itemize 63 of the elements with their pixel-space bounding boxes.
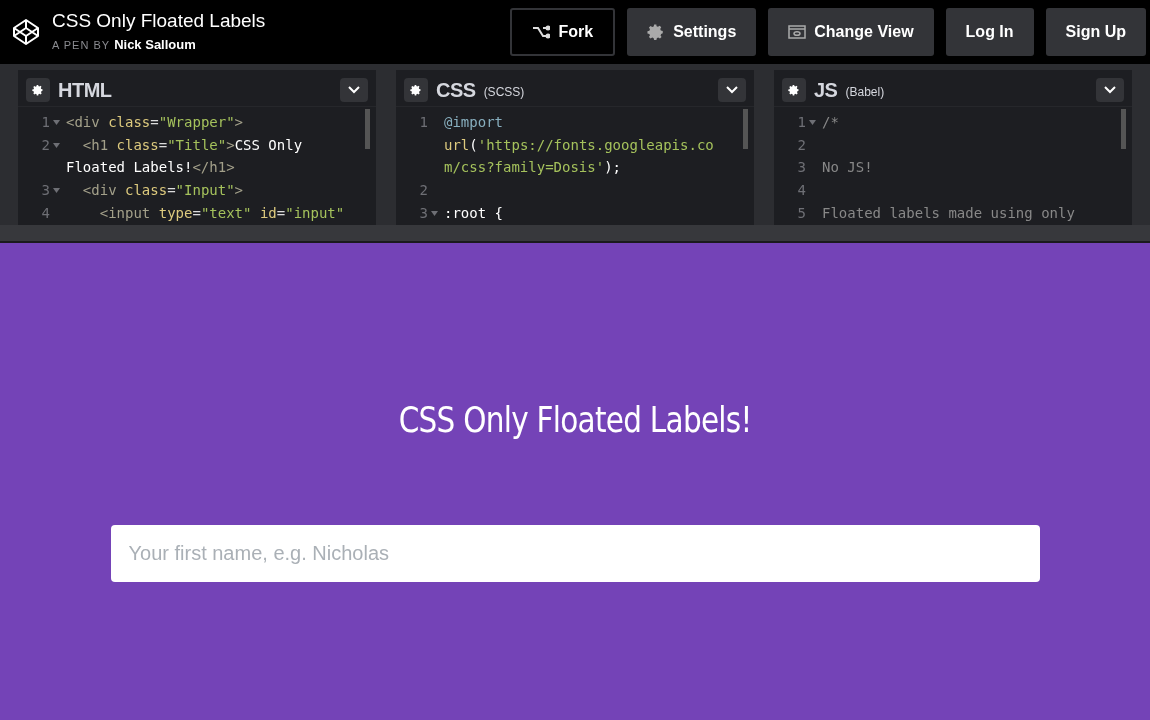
change-view-button[interactable]: Change View [768,8,934,56]
editor-title: JS [814,78,838,103]
line-number: 5 [797,203,806,223]
gear-icon [32,84,44,96]
editor-settings-button[interactable] [782,78,806,102]
line-number: 3 [797,158,806,178]
settings-button[interactable]: Settings [627,8,757,56]
line-number: 1 [41,113,50,132]
editor-settings-button[interactable] [26,78,50,102]
scrollbar-thumb[interactable] [365,109,370,149]
fork-icon [532,25,551,39]
line-number: 3 [41,181,50,201]
fold-arrow-icon[interactable] [808,119,816,125]
code-line: url('https://fonts.googleapis.co [443,135,714,155]
line-number: 2 [41,135,50,155]
code-line: m/css?family=Dosis'); [443,158,621,178]
code-line: <div class="Input"> [81,181,244,201]
header-button[interactable]: Sign Up [1045,8,1146,56]
code-line: /* [821,113,839,132]
code-line: Floated labels made using only [821,203,1075,223]
line-number: 2 [419,181,428,201]
code-line: <div class="Wrapper"> [65,113,244,132]
header-button[interactable]: Log In [945,8,1034,56]
pen-title: CSS Only Floated Labels [52,9,266,34]
window-icon [788,25,807,39]
gear-icon [788,84,800,96]
editor-language: (Babel) [845,84,885,101]
chevron-down-icon [726,86,738,94]
line-number: 1 [797,113,806,132]
gear-icon [410,84,422,96]
fold-arrow-icon[interactable] [52,119,60,125]
line-number: 4 [797,181,806,201]
author-name[interactable]: Nick Salloum [114,35,196,55]
cube-logo-icon [12,18,40,46]
line-number: 3 [419,203,428,223]
fold-arrow-icon[interactable] [52,187,60,193]
chevron-down-icon [1104,86,1116,94]
code-line: @import [443,113,503,132]
code-line: <input type="text" id="input" [98,203,345,223]
byline-label: A PEN BY [52,38,111,54]
code-line: No JS! [821,158,873,178]
line-number: 4 [41,203,50,223]
editor-title: HTML [58,78,112,103]
code-line: <h1 class="Title">CSS Only [81,135,303,155]
fold-arrow-icon[interactable] [52,142,60,148]
line-number: 1 [419,113,428,132]
collapse-button[interactable] [718,78,746,102]
line-number: 2 [797,135,806,155]
editor-language: (SCSS) [483,84,525,101]
code-line: :root { [443,203,503,223]
name-input-field[interactable]: Your first name, e.g. Nicholas [110,525,1040,582]
preview-heading: CSS Only Floated Labels! [398,398,752,442]
collapse-button[interactable] [340,78,368,102]
editor-settings-button[interactable] [404,78,428,102]
scrollbar-thumb[interactable] [1121,109,1126,149]
collapse-button[interactable] [1096,78,1124,102]
code-line: Floated Labels!</h1> [65,158,235,178]
chevron-down-icon [348,86,360,94]
fold-arrow-icon[interactable] [430,210,438,216]
gear-icon [647,23,666,41]
fork-button[interactable]: Fork [510,8,616,56]
scrollbar-thumb[interactable] [743,109,748,149]
editor-title: CSS [436,78,476,103]
